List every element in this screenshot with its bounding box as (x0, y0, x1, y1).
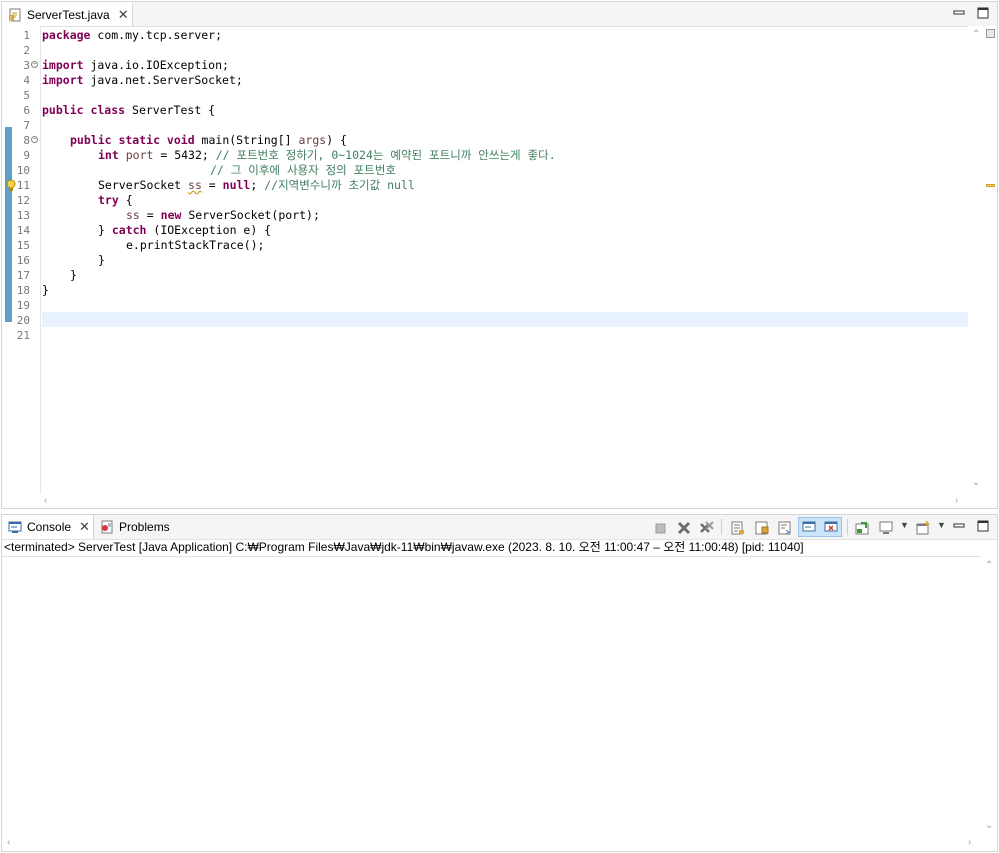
line-number: 16 (16, 254, 30, 267)
code-line: e.printStackTrace(); (126, 238, 265, 252)
show-console-on-error-icon[interactable] (823, 520, 839, 536)
toolbar-separator (721, 519, 722, 535)
line-number: 20 (16, 314, 30, 327)
scroll-up-icon[interactable]: ⌃ (985, 561, 993, 571)
code-line: ServerSocket ss = null; //지역변수니까 초기값 nul… (98, 178, 415, 192)
maximize-icon[interactable] (977, 520, 989, 532)
code-line: ss = new ServerSocket(port); (126, 208, 320, 222)
show-console-on-output-icon[interactable] (801, 520, 817, 536)
code-line: } (42, 283, 49, 297)
code-line: } catch (IOException e) { (98, 223, 272, 237)
minimize-icon[interactable] (953, 520, 965, 532)
clear-console-icon[interactable] (730, 520, 746, 536)
java-file-icon: J (9, 8, 21, 23)
close-icon[interactable]: ✕ (79, 519, 90, 535)
line-number: 19 (16, 299, 30, 312)
scroll-right-icon[interactable]: › (955, 496, 958, 506)
line-number: 17 (16, 269, 30, 282)
open-console-icon[interactable] (915, 520, 931, 536)
close-icon[interactable]: ✕ (118, 7, 129, 23)
scroll-down-icon[interactable]: ⌄ (972, 478, 980, 488)
line-number: 21 (16, 329, 30, 342)
line-number: 13 (16, 209, 30, 222)
code-line: } (70, 268, 77, 282)
line-number: 15 (16, 239, 30, 252)
view-tab-bar: Console ✕ Problems ▼ ▼ (2, 515, 997, 540)
console-output[interactable] (2, 556, 981, 837)
code-line: // 그 이후에 사용자 정의 포트번호 (210, 163, 397, 177)
code-editor[interactable]: package com.my.tcp.server; import java.i… (41, 26, 968, 494)
minimize-icon[interactable] (953, 7, 965, 19)
line-number: 5 (23, 89, 30, 102)
scroll-left-icon[interactable]: ‹ (44, 496, 47, 506)
editor-horizontal-scrollbar[interactable]: ‹ › (41, 494, 968, 508)
line-number: 12 (16, 194, 30, 207)
remove-launch-icon[interactable] (676, 520, 692, 536)
line-number: 3 (23, 59, 30, 72)
warning-marker-icon[interactable] (986, 184, 995, 187)
scroll-lock-icon[interactable] (754, 520, 770, 536)
line-number: 9 (23, 149, 30, 162)
svg-text:J: J (9, 16, 12, 23)
overview-ruler[interactable] (985, 26, 997, 494)
pin-console-icon[interactable] (854, 520, 870, 536)
editor-tab-label: ServerTest.java (27, 8, 110, 22)
editor-pane: J ServerTest.java ✕ 1 2 3 − 4 5 6 7 8 − … (1, 1, 998, 509)
scroll-up-icon[interactable]: ⌃ (972, 30, 980, 40)
terminate-icon[interactable] (653, 520, 669, 536)
code-line: public static void main(String[] args) { (70, 133, 347, 147)
line-number: 4 (23, 74, 30, 87)
toolbar-separator (847, 519, 848, 535)
line-number: 1 (23, 29, 30, 42)
change-bar (5, 127, 12, 322)
code-line: try { (98, 193, 133, 207)
code-line: import java.io.IOException; (42, 58, 229, 72)
code-line: package com.my.tcp.server; (42, 28, 223, 42)
tab-problems-label: Problems (119, 520, 170, 534)
overview-status-icon (986, 29, 995, 38)
warning-lightbulb-icon[interactable] (5, 179, 18, 192)
line-number: 7 (23, 119, 30, 132)
tab-problems[interactable]: Problems (95, 515, 175, 539)
scroll-right-icon[interactable]: › (968, 838, 971, 848)
tab-console-label: Console (27, 520, 72, 534)
fold-toggle-icon[interactable]: − (31, 136, 38, 143)
console-process-status: <terminated> ServerTest [Java Applicatio… (4, 540, 804, 554)
line-number: 6 (23, 104, 30, 117)
editor-tab-servertest[interactable]: J ServerTest.java ✕ (2, 2, 133, 26)
code-line: } (98, 253, 105, 267)
display-selected-console-icon[interactable] (878, 520, 894, 536)
line-number: 8 (23, 134, 30, 147)
console-pane: Console ✕ Problems ▼ ▼ <terminated> Serv… (1, 514, 998, 852)
code-line: import java.net.ServerSocket; (42, 73, 243, 87)
console-vertical-scrollbar[interactable]: ⌃ ⌄ (981, 557, 997, 837)
line-number: 18 (16, 284, 30, 297)
scroll-down-icon[interactable]: ⌄ (985, 821, 993, 831)
line-number: 14 (16, 224, 30, 237)
line-number: 2 (23, 44, 30, 57)
fold-toggle-icon[interactable]: − (31, 61, 38, 68)
editor-vertical-scrollbar[interactable]: ⌃ ⌄ (968, 26, 983, 494)
editor-tab-bar: J ServerTest.java ✕ (2, 2, 997, 27)
code-line: public class ServerTest { (42, 103, 216, 117)
console-horizontal-scrollbar[interactable]: ‹ › (2, 837, 981, 851)
tab-console[interactable]: Console ✕ (2, 515, 94, 539)
chevron-down-icon[interactable]: ▼ (900, 520, 909, 530)
console-icon (8, 521, 22, 533)
word-wrap-icon[interactable] (777, 520, 793, 536)
problems-icon (101, 520, 113, 534)
maximize-icon[interactable] (977, 7, 989, 19)
line-number: 10 (16, 164, 30, 177)
code-line: int port = 5432; // 포트번호 정하기, 0~1024는 예약… (98, 148, 556, 162)
chevron-down-icon[interactable]: ▼ (937, 520, 946, 530)
remove-all-terminated-icon[interactable] (699, 520, 715, 536)
scroll-left-icon[interactable]: ‹ (7, 838, 10, 848)
